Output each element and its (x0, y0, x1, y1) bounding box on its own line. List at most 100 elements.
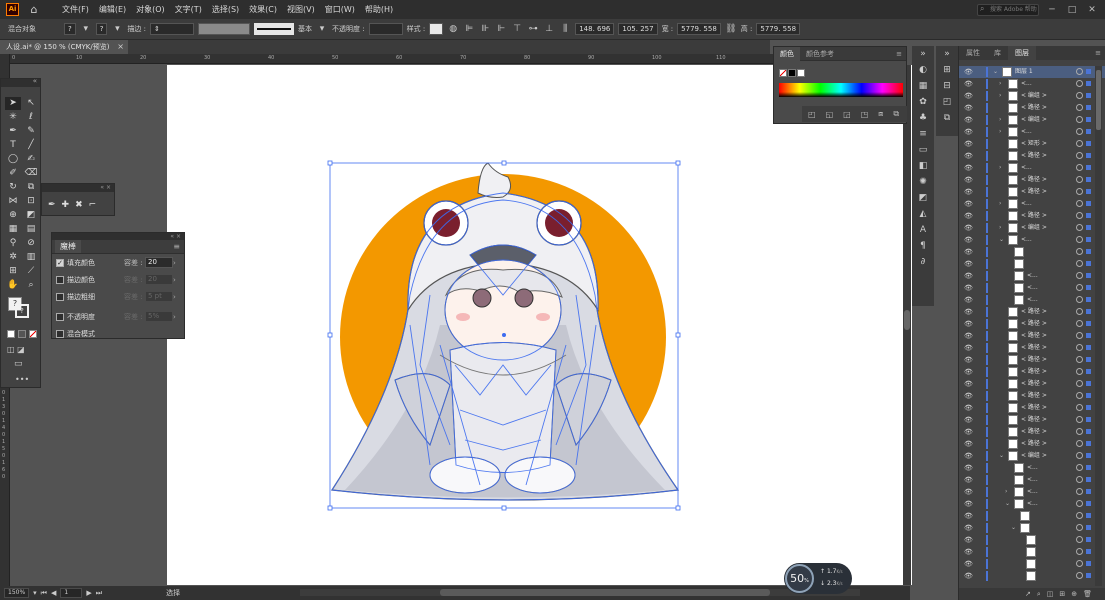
visibility-eye-icon[interactable]: 👁 (964, 498, 973, 510)
magic-wand-tool-icon[interactable]: ✳ (5, 111, 21, 124)
visibility-eye-icon[interactable]: 👁 (964, 150, 973, 162)
brush-definition-select[interactable] (254, 23, 295, 35)
selection-indicator[interactable] (1086, 429, 1091, 434)
selection-indicator[interactable] (1086, 81, 1091, 86)
tolerance-slider-icon[interactable]: › (173, 293, 176, 301)
tools-panel-header[interactable]: « (1, 77, 40, 87)
target-circle-icon[interactable] (1076, 308, 1083, 315)
selection-indicator[interactable] (1086, 93, 1091, 98)
align-center-icon[interactable]: ⊪ (479, 23, 491, 35)
selection-indicator[interactable] (1086, 549, 1091, 554)
expand-toggle-icon[interactable]: › (999, 162, 1001, 174)
variable-width-select[interactable] (198, 23, 251, 35)
selection-indicator[interactable] (1086, 237, 1091, 242)
blend-tool-icon[interactable]: ⊘ (23, 237, 39, 250)
selection-indicator[interactable] (1086, 537, 1091, 542)
selection-indicator[interactable] (1086, 561, 1091, 566)
target-circle-icon[interactable] (1076, 536, 1083, 543)
selection-indicator[interactable] (1086, 405, 1091, 410)
layer-row[interactable]: 👁 <... (959, 474, 1105, 486)
layer-row[interactable]: 👁 › <... (959, 198, 1105, 210)
layer-row[interactable]: 👁 (959, 558, 1105, 570)
last-artboard-icon[interactable]: ⏭ (96, 589, 102, 598)
tab-layers[interactable]: 图层 (1008, 46, 1036, 60)
visibility-eye-icon[interactable]: 👁 (964, 486, 973, 498)
layer-row[interactable]: 👁 › <... (959, 78, 1105, 90)
none-swatch[interactable] (779, 69, 787, 77)
target-circle-icon[interactable] (1076, 320, 1083, 327)
chevron-down-icon[interactable]: ▾ (111, 23, 123, 35)
layer-row[interactable]: 👁 < 路径 > (959, 354, 1105, 366)
visibility-eye-icon[interactable]: 👁 (964, 186, 973, 198)
target-circle-icon[interactable] (1076, 128, 1083, 135)
graphic-style-select[interactable] (429, 23, 444, 35)
visibility-eye-icon[interactable]: 👁 (964, 294, 973, 306)
visibility-eye-icon[interactable]: 👁 (964, 66, 973, 78)
menu-item[interactable]: 文字(T) (170, 4, 207, 15)
visibility-eye-icon[interactable]: 👁 (964, 366, 973, 378)
black-swatch[interactable] (788, 69, 796, 77)
canvas-vertical-scrollbar[interactable] (903, 65, 911, 585)
screen-mode-icon[interactable]: ▭ (14, 359, 23, 369)
layer-row[interactable]: 👁 <... (959, 282, 1105, 294)
chevron-down-icon[interactable]: ▾ (33, 589, 37, 597)
target-circle-icon[interactable] (1076, 440, 1083, 447)
layer-row[interactable]: 👁 ⌄ < 编组 > (959, 450, 1105, 462)
none-mode-swatch[interactable] (29, 330, 37, 338)
type-tool-icon[interactable]: T (5, 139, 21, 152)
target-circle-icon[interactable] (1076, 116, 1083, 123)
link-icon[interactable]: ⛓ (725, 23, 737, 35)
visibility-eye-icon[interactable]: 👁 (964, 210, 973, 222)
ellipse-tool-icon[interactable]: ◯ (5, 153, 21, 166)
visibility-eye-icon[interactable]: 👁 (964, 162, 973, 174)
pen-tool-icon[interactable]: ✒ (5, 125, 21, 138)
selection-indicator[interactable] (1086, 273, 1091, 278)
next-artboard-icon[interactable]: ▶ (86, 589, 91, 597)
selection-indicator[interactable] (1086, 513, 1091, 518)
layer-row[interactable]: 👁 < 路径 > (959, 186, 1105, 198)
tolerance-input[interactable]: 20 (145, 257, 173, 268)
layer-row[interactable]: 👁 › < 编组 > (959, 114, 1105, 126)
width-tool-icon[interactable]: ⋈ (5, 195, 21, 208)
selection-tool-icon[interactable]: ➤ (5, 97, 21, 110)
target-circle-icon[interactable] (1076, 524, 1083, 531)
symbol-sprayer-tool-icon[interactable]: ✲ (5, 251, 21, 264)
visibility-eye-icon[interactable]: 👁 (964, 78, 973, 90)
eyedropper-tool-icon[interactable]: ⚲ (5, 237, 21, 250)
visibility-eye-icon[interactable]: 👁 (964, 414, 973, 426)
panel-collapse-icon[interactable]: » (936, 46, 958, 62)
visibility-eye-icon[interactable]: 👁 (964, 282, 973, 294)
expand-toggle-icon[interactable]: ⌄ (999, 234, 1004, 246)
target-circle-icon[interactable] (1076, 560, 1083, 567)
menu-item[interactable]: 窗口(W) (320, 4, 360, 15)
selection-indicator[interactable] (1086, 201, 1091, 206)
target-circle-icon[interactable] (1076, 80, 1083, 87)
wand-option-checkbox[interactable]: ✓ (56, 258, 64, 267)
layer-row[interactable]: 👁 <... (959, 270, 1105, 282)
paragraph-panel-icon[interactable]: ¶ (912, 238, 934, 254)
align-middle-icon[interactable]: ⊶ (527, 23, 539, 35)
layer-row[interactable]: 👁 < 矩形 > (959, 138, 1105, 150)
add-anchor-tool-icon[interactable]: ✚ (62, 200, 70, 210)
menu-item[interactable]: 对象(O) (131, 4, 170, 15)
layer-row[interactable]: 👁 (959, 570, 1105, 582)
target-circle-icon[interactable] (1076, 152, 1083, 159)
selection-indicator[interactable] (1086, 225, 1091, 230)
selection-indicator[interactable] (1086, 393, 1091, 398)
expand-toggle-icon[interactable]: › (999, 90, 1001, 102)
selection-indicator[interactable] (1086, 501, 1091, 506)
target-circle-icon[interactable] (1076, 428, 1083, 435)
tolerance-slider-icon[interactable]: › (173, 259, 176, 267)
first-artboard-icon[interactable]: ⏮ (41, 589, 47, 598)
target-circle-icon[interactable] (1076, 356, 1083, 363)
curvature-tool-icon[interactable]: ✎ (23, 125, 39, 138)
new-sublayer-icon[interactable]: ⊞ (1059, 590, 1065, 598)
maximize-icon[interactable]: □ (1065, 5, 1079, 15)
target-circle-icon[interactable] (1076, 176, 1083, 183)
expand-toggle-icon[interactable]: ⌄ (999, 450, 1004, 462)
target-circle-icon[interactable] (1076, 92, 1083, 99)
target-circle-icon[interactable] (1076, 500, 1083, 507)
visibility-eye-icon[interactable]: 👁 (964, 390, 973, 402)
selection-indicator[interactable] (1086, 249, 1091, 254)
selection-indicator[interactable] (1086, 489, 1091, 494)
